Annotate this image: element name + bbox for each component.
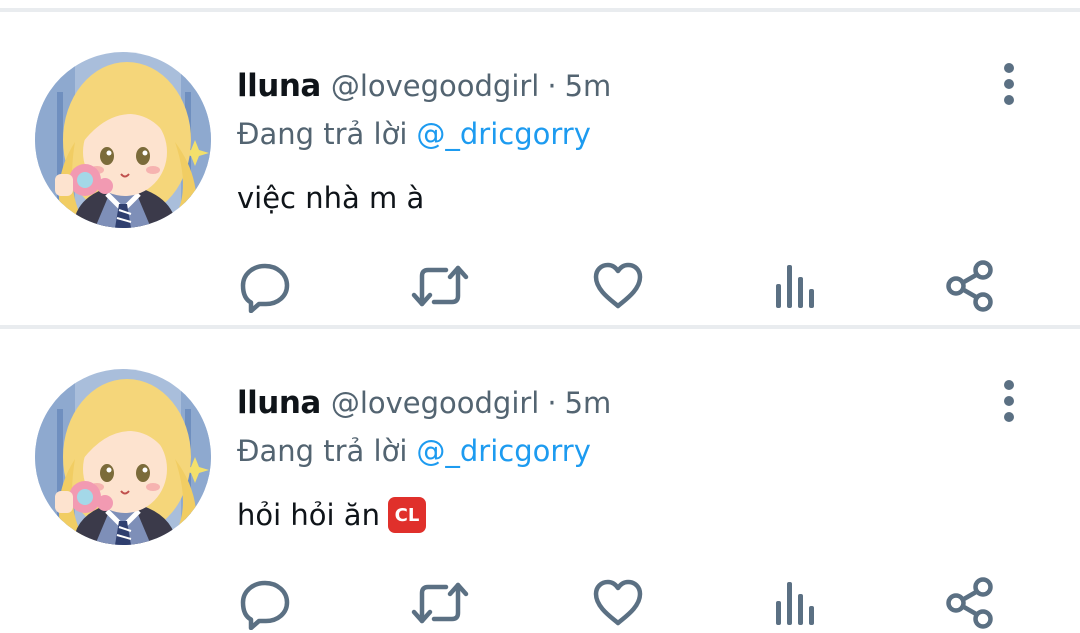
timestamp[interactable]: 5m xyxy=(565,386,612,420)
avatar-illustration xyxy=(35,52,211,228)
tweet-header: lluna @lovegoodgirl · 5m xyxy=(237,64,611,108)
views-button[interactable] xyxy=(763,573,823,633)
reply-target-link[interactable]: @_dricgorry xyxy=(416,117,590,151)
avatar-illustration xyxy=(35,369,211,545)
separator: · xyxy=(547,69,557,103)
reply-context: Đang trả lời @_dricgorry xyxy=(237,112,591,156)
views-icon xyxy=(776,582,814,625)
reply-prefix: Đang trả lời xyxy=(237,117,408,151)
share-icon xyxy=(946,577,993,629)
reply-button[interactable] xyxy=(235,256,295,316)
reply-icon xyxy=(240,580,290,630)
separator: · xyxy=(547,386,557,420)
tweet-text: hỏi hỏi ăn CL xyxy=(237,493,426,537)
tweet-text-content: việc nhà m à xyxy=(237,181,425,215)
avatar[interactable] xyxy=(35,369,211,545)
retweet-icon xyxy=(411,582,469,624)
like-button[interactable] xyxy=(588,256,648,316)
tweet-item[interactable]: lluna @lovegoodgirl · 5m Đang trả lời @_… xyxy=(0,12,1080,328)
reply-button[interactable] xyxy=(235,573,295,633)
display-name[interactable]: lluna xyxy=(237,68,321,104)
more-options-button[interactable] xyxy=(990,377,1030,425)
share-button[interactable] xyxy=(940,573,1000,633)
retweet-button[interactable] xyxy=(410,256,470,316)
tweet-feed: lluna @lovegoodgirl · 5m Đang trả lời @_… xyxy=(0,0,1080,633)
more-options-icon xyxy=(1004,63,1014,105)
timestamp[interactable]: 5m xyxy=(565,69,612,103)
views-button[interactable] xyxy=(763,256,823,316)
tweet-item[interactable]: lluna @lovegoodgirl · 5m Đang trả lời @_… xyxy=(0,329,1080,633)
cl-emoji-icon: CL xyxy=(387,497,426,533)
like-button[interactable] xyxy=(588,573,648,633)
display-name[interactable]: lluna xyxy=(237,385,321,421)
tweet-header: lluna @lovegoodgirl · 5m xyxy=(237,381,611,425)
retweet-button[interactable] xyxy=(410,573,470,633)
like-icon xyxy=(593,262,643,309)
reply-target-link[interactable]: @_dricgorry xyxy=(416,434,590,468)
more-options-icon xyxy=(1004,380,1014,422)
tweet-text: việc nhà m à xyxy=(237,176,424,220)
user-handle[interactable]: @lovegoodgirl xyxy=(331,386,540,420)
views-icon xyxy=(776,265,814,308)
share-button[interactable] xyxy=(940,256,1000,316)
retweet-icon xyxy=(411,265,469,307)
tweet-text-content: hỏi hỏi ăn xyxy=(237,498,380,532)
like-icon xyxy=(593,579,643,626)
avatar[interactable] xyxy=(35,52,211,228)
reply-icon xyxy=(240,263,290,313)
share-icon xyxy=(946,260,993,312)
user-handle[interactable]: @lovegoodgirl xyxy=(331,69,540,103)
reply-context: Đang trả lời @_dricgorry xyxy=(237,429,591,473)
reply-prefix: Đang trả lời xyxy=(237,434,408,468)
more-options-button[interactable] xyxy=(990,60,1030,108)
